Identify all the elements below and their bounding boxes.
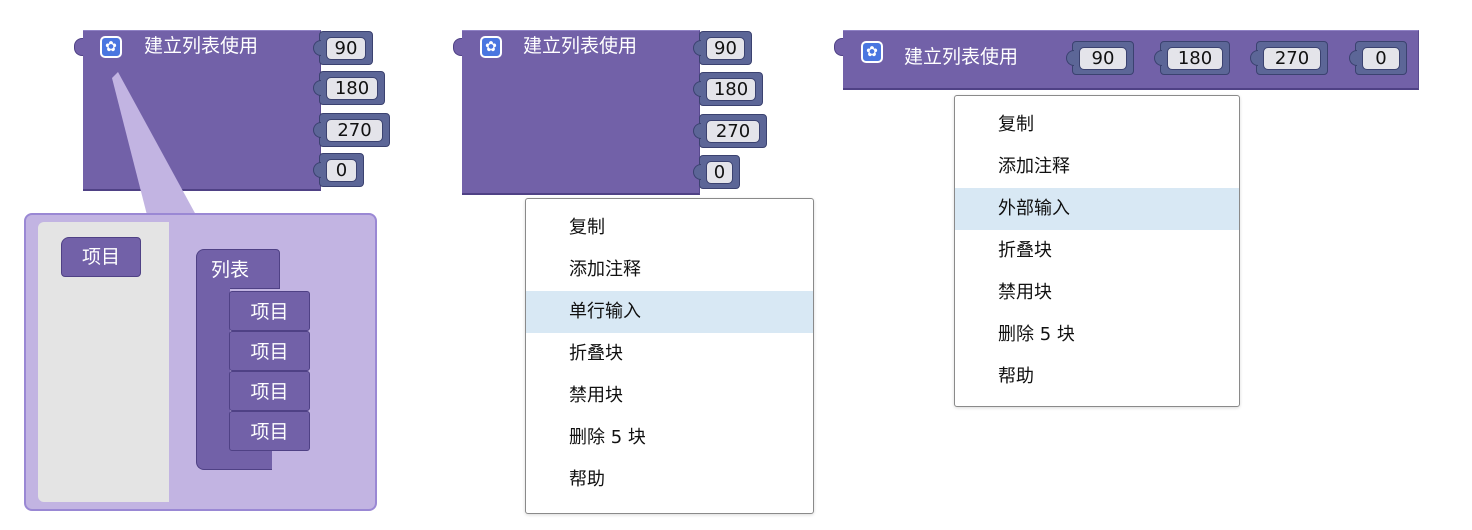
mutator-item-2[interactable]: 项目 <box>229 331 310 371</box>
menu-item-collapse[interactable]: 折叠块 <box>955 230 1239 272</box>
number-field[interactable]: 180 <box>1167 47 1223 70</box>
number-field[interactable]: 270 <box>706 120 760 143</box>
menu-item-duplicate[interactable]: 复制 <box>526 207 813 249</box>
value-input-1[interactable]: 90 <box>1066 41 1134 75</box>
number-field[interactable]: 180 <box>706 78 756 101</box>
menu-item-collapse[interactable]: 折叠块 <box>526 333 813 375</box>
block-output-connector <box>834 38 843 56</box>
gear-icon[interactable]: ✿ <box>861 41 883 63</box>
value-input-2[interactable]: 180 <box>1154 41 1230 75</box>
menu-item-add-comment[interactable]: 添加注释 <box>955 146 1239 188</box>
container-spine <box>196 286 230 470</box>
menu-item-disable[interactable]: 禁用块 <box>526 375 813 417</box>
mutator-item-4[interactable]: 项目 <box>229 411 310 451</box>
block-title: 建立列表使用 <box>523 35 638 57</box>
block-title: 建立列表使用 <box>904 46 1019 68</box>
number-field[interactable]: 270 <box>1263 47 1321 70</box>
menu-item-duplicate[interactable]: 复制 <box>955 104 1239 146</box>
number-field[interactable]: 0 <box>1362 47 1400 70</box>
menu-item-inline-inputs[interactable]: 单行输入 <box>526 291 813 333</box>
menu-item-add-comment[interactable]: 添加注释 <box>526 249 813 291</box>
menu-item-delete[interactable]: 删除 5 块 <box>955 314 1239 356</box>
value-input-2[interactable]: 180 <box>693 72 763 106</box>
block-output-connector <box>453 38 462 56</box>
flyout-item-block[interactable]: 项目 <box>61 237 141 277</box>
menu-item-external-inputs[interactable]: 外部输入 <box>955 188 1239 230</box>
menu-item-help[interactable]: 帮助 <box>526 459 813 501</box>
mutator-item-1[interactable]: 项目 <box>229 291 310 331</box>
value-input-3[interactable]: 270 <box>693 114 767 148</box>
context-menu[interactable]: 复制 添加注释 外部输入 折叠块 禁用块 删除 5 块 帮助 <box>954 95 1240 407</box>
value-input-4[interactable]: 0 <box>693 155 740 189</box>
gear-icon[interactable]: ✿ <box>480 36 502 58</box>
value-input-4[interactable]: 0 <box>1349 41 1407 75</box>
number-field[interactable]: 90 <box>706 37 745 60</box>
value-input-3[interactable]: 270 <box>1250 41 1328 75</box>
value-input-1[interactable]: 90 <box>693 31 752 65</box>
number-field[interactable]: 90 <box>1079 47 1127 70</box>
number-field[interactable]: 0 <box>706 161 733 184</box>
container-header[interactable]: 列表 <box>196 249 280 289</box>
mutator-bubble-pointer <box>112 72 196 215</box>
mutator-item-3[interactable]: 项目 <box>229 371 310 411</box>
menu-item-help[interactable]: 帮助 <box>955 356 1239 398</box>
menu-item-disable[interactable]: 禁用块 <box>955 272 1239 314</box>
menu-item-delete[interactable]: 删除 5 块 <box>526 417 813 459</box>
context-menu[interactable]: 复制 添加注释 单行输入 折叠块 禁用块 删除 5 块 帮助 <box>525 198 814 514</box>
